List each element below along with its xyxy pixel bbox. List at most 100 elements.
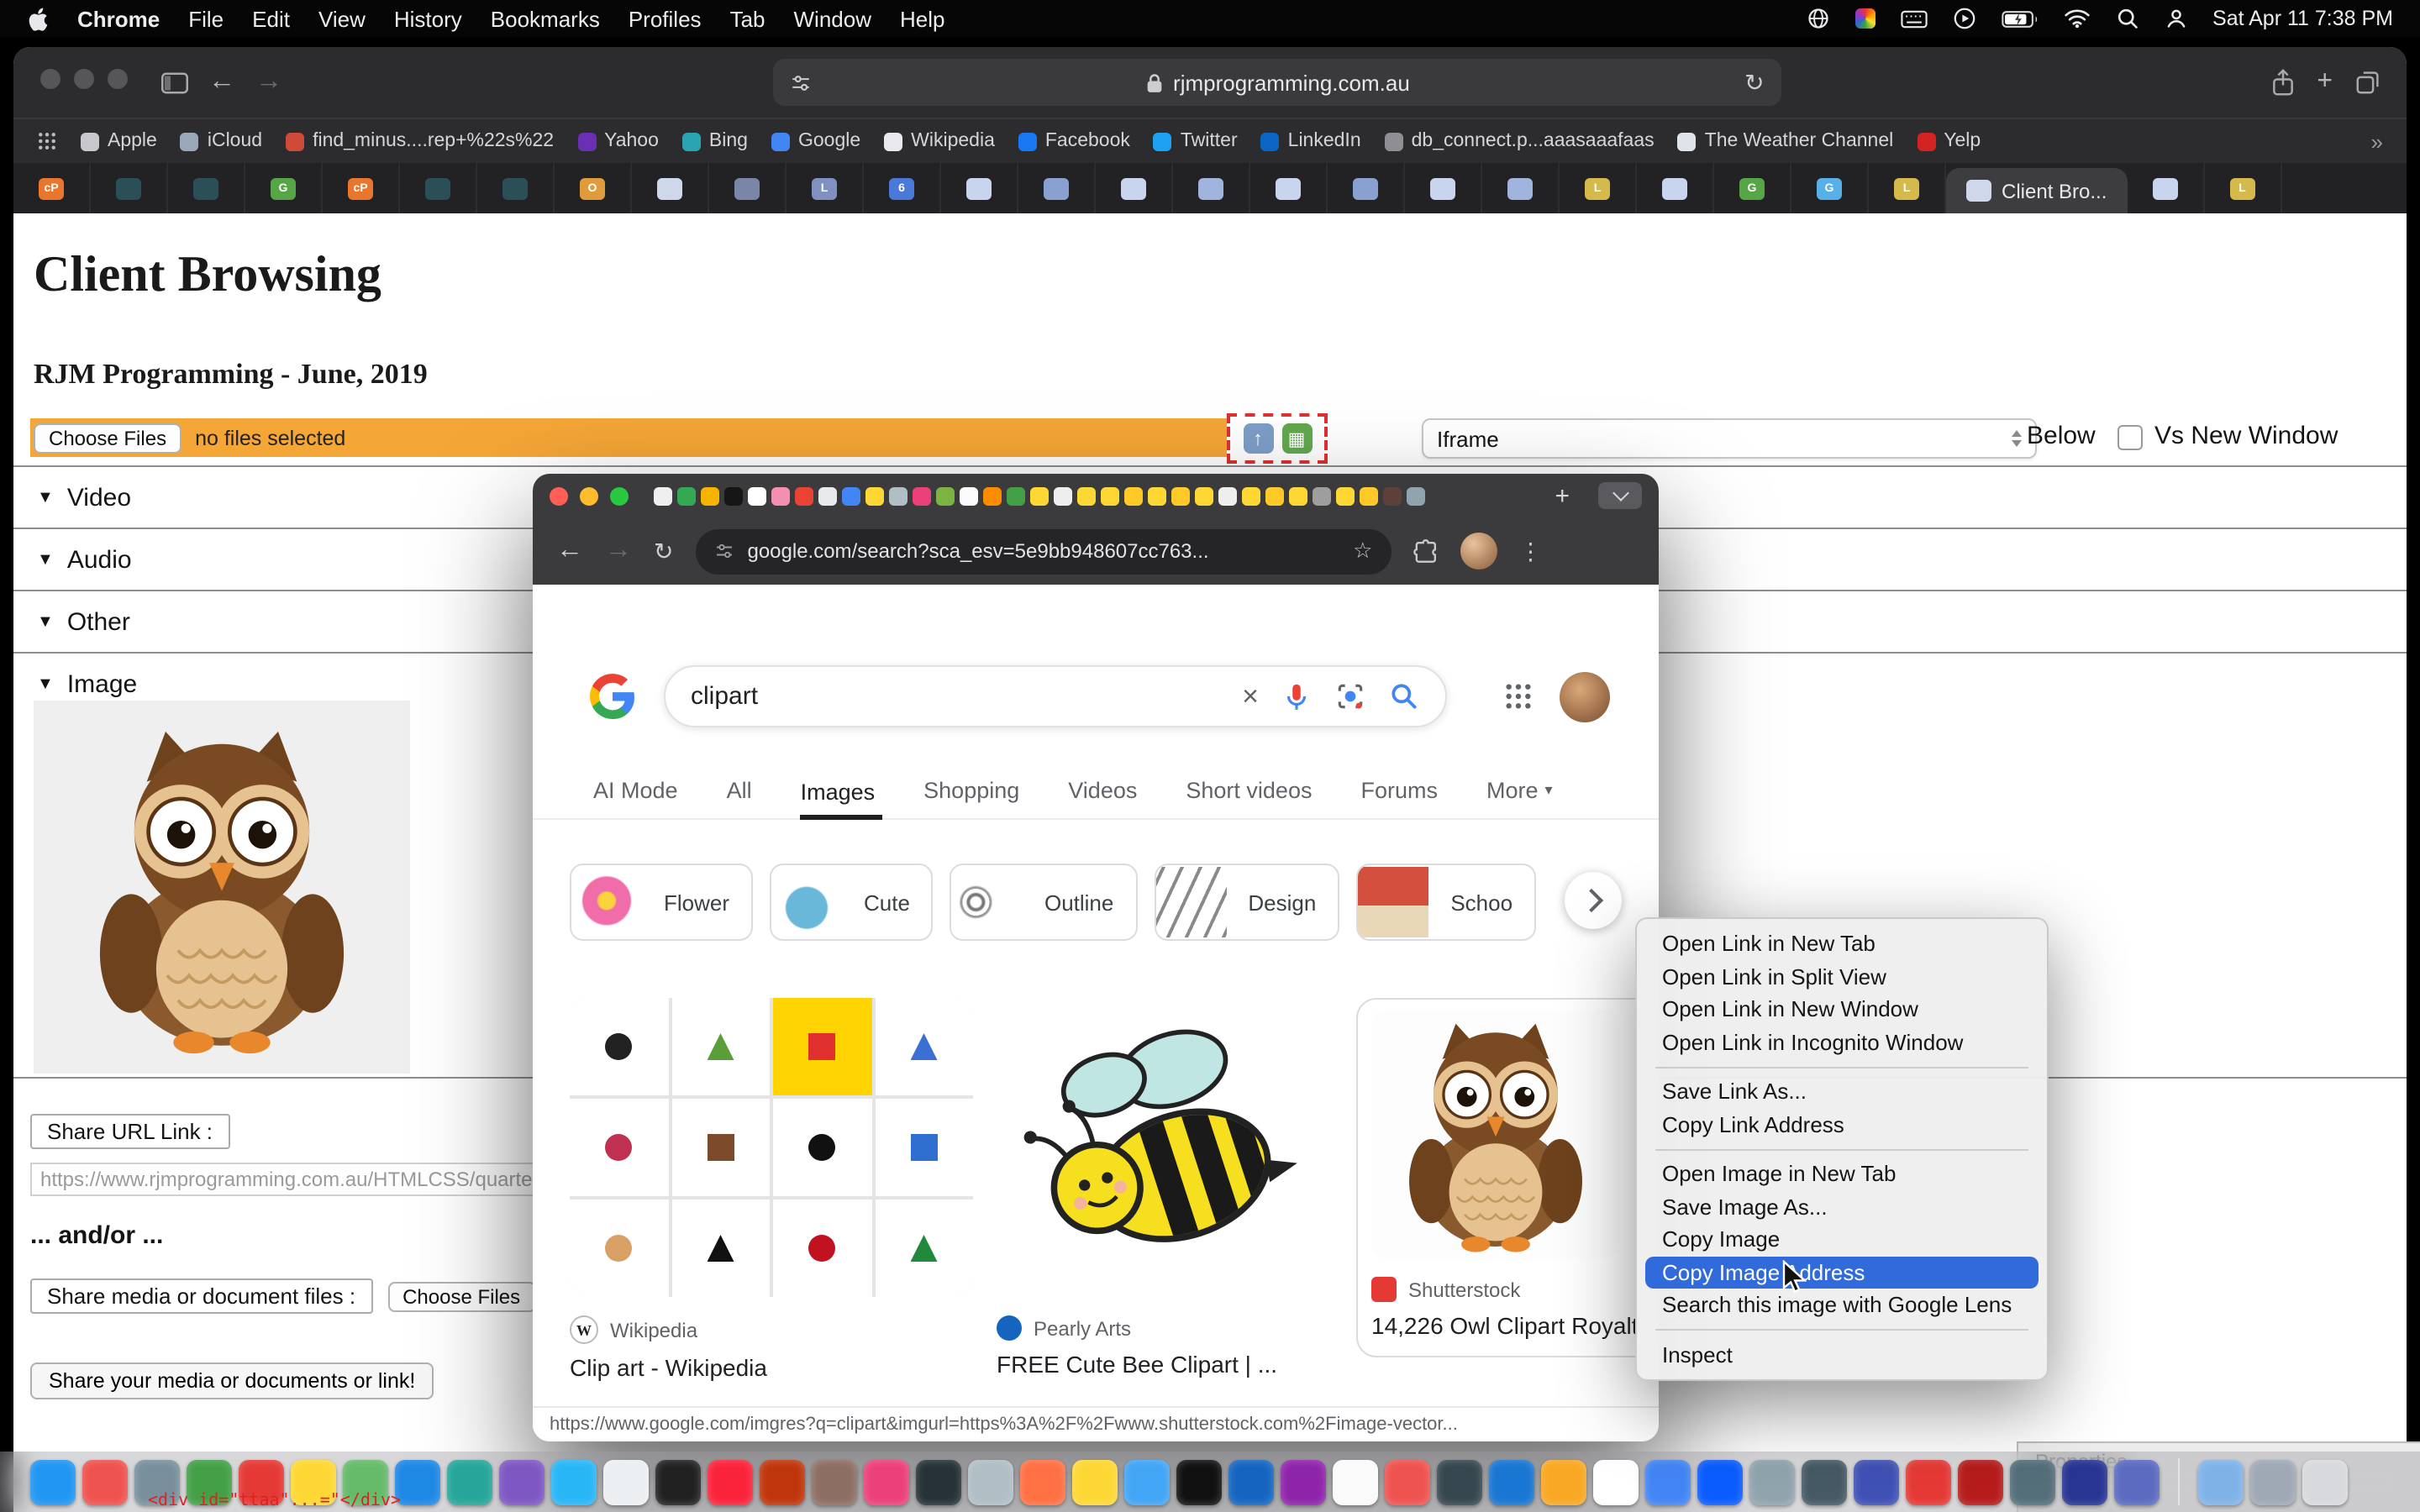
owl-image[interactable] bbox=[34, 701, 410, 1074]
dock-icon[interactable] bbox=[603, 1459, 649, 1504]
browser-tab[interactable] bbox=[1250, 163, 1328, 213]
search-result-image[interactable] bbox=[997, 998, 1333, 1297]
clear-search-icon[interactable]: × bbox=[1242, 682, 1259, 711]
chips-scroll-right-button[interactable] bbox=[1565, 872, 1622, 929]
menu-bar-item[interactable]: Edit bbox=[252, 6, 290, 31]
popup-tab-favicon[interactable] bbox=[748, 486, 766, 505]
user-icon[interactable] bbox=[2164, 7, 2187, 30]
back-button[interactable]: ← bbox=[556, 538, 583, 564]
lens-search-icon[interactable] bbox=[1334, 680, 1366, 712]
popup-tab-favicon[interactable] bbox=[1148, 486, 1166, 505]
browser-tab[interactable]: L bbox=[1869, 163, 1946, 213]
browser-tab[interactable] bbox=[1637, 163, 1714, 213]
popup-tab-favicon[interactable] bbox=[677, 486, 696, 505]
window-controls[interactable] bbox=[40, 67, 141, 97]
reload-icon[interactable]: ↻ bbox=[654, 539, 673, 563]
dock-icon[interactable] bbox=[1541, 1459, 1586, 1504]
context-menu-item[interactable]: Open Link in Incognito Window bbox=[1645, 1026, 2039, 1058]
browser-tab[interactable] bbox=[477, 163, 555, 213]
browser-tab[interactable]: cP bbox=[323, 163, 400, 213]
dock-icon[interactable] bbox=[1802, 1459, 1847, 1504]
new-tab-button[interactable]: + bbox=[1555, 483, 1570, 508]
upload-drop-target[interactable]: ↑ ▦ bbox=[1227, 413, 1328, 464]
bookmark-item[interactable]: Bing bbox=[682, 131, 748, 151]
dock-icon[interactable] bbox=[812, 1459, 857, 1504]
context-menu-item[interactable]: Inspect bbox=[1645, 1338, 2039, 1371]
dock-icon[interactable] bbox=[2198, 1459, 2244, 1504]
dock-icon[interactable] bbox=[1645, 1459, 1691, 1504]
menu-bar-item[interactable]: History bbox=[394, 6, 462, 31]
popup-tab-favicon[interactable] bbox=[795, 486, 813, 505]
result-type-tab[interactable]: All bbox=[727, 778, 759, 818]
bookmark-item[interactable]: Facebook bbox=[1018, 131, 1130, 151]
related-search-chip[interactable]: Cute bbox=[770, 864, 934, 941]
bookmark-item[interactable]: The Weather Channel bbox=[1678, 131, 1894, 151]
dock-icon[interactable] bbox=[2062, 1459, 2107, 1504]
menu-bar-clock[interactable]: Sat Apr 11 7:38 PM bbox=[2212, 7, 2393, 30]
result-type-tab[interactable]: Short videos bbox=[1186, 778, 1318, 818]
popup-tab-favicon[interactable] bbox=[1242, 486, 1260, 505]
colorful-app-icon[interactable] bbox=[1854, 8, 1875, 29]
menu-bar-item[interactable]: File bbox=[188, 6, 224, 31]
choose-files-button-2[interactable]: Choose Files bbox=[387, 1281, 535, 1311]
dock-icon[interactable] bbox=[1437, 1459, 1482, 1504]
menu-bar-item[interactable]: View bbox=[318, 6, 366, 31]
menu-dots-icon[interactable]: ⋮ bbox=[1518, 537, 1542, 565]
result-type-tab[interactable]: Forums bbox=[1360, 778, 1444, 818]
bookmark-star-icon[interactable]: ☆ bbox=[1353, 538, 1372, 564]
context-menu-item[interactable]: Open Link in Split View bbox=[1645, 960, 2039, 993]
related-search-chip[interactable]: Design bbox=[1154, 864, 1339, 941]
tab-list-button[interactable] bbox=[1598, 482, 1642, 509]
popup-tab-favicon[interactable] bbox=[1007, 486, 1025, 505]
google-search-box[interactable]: clipart × bbox=[664, 665, 1447, 727]
google-apps-icon[interactable] bbox=[1504, 682, 1533, 711]
popup-tab-favicon[interactable] bbox=[1360, 486, 1378, 505]
keyboard-icon[interactable] bbox=[1900, 9, 1927, 28]
result-type-tab[interactable]: Videos bbox=[1068, 778, 1144, 818]
active-tab[interactable]: Client Bro... bbox=[1946, 168, 2127, 213]
context-menu-item[interactable]: Open Image in New Tab bbox=[1645, 1158, 2039, 1190]
bookmark-item[interactable]: find_minus....rep+%22s%22 bbox=[286, 131, 554, 151]
browser-tab[interactable]: O bbox=[555, 163, 632, 213]
dock-icon[interactable] bbox=[2010, 1459, 2055, 1504]
address-bar[interactable]: rjmprogramming.com.au ↻ bbox=[773, 59, 1781, 106]
dock-icon[interactable] bbox=[708, 1459, 753, 1504]
close-button[interactable] bbox=[550, 486, 568, 505]
forward-button[interactable]: → bbox=[255, 69, 282, 96]
forward-button[interactable]: → bbox=[605, 538, 632, 564]
popup-tab-favicon[interactable] bbox=[1101, 486, 1119, 505]
dock-icon[interactable] bbox=[760, 1459, 805, 1504]
browser-tab[interactable] bbox=[168, 163, 245, 213]
popup-tab-favicon[interactable] bbox=[889, 486, 908, 505]
menu-bar-item[interactable]: Help bbox=[900, 6, 945, 31]
popup-tab-favicon[interactable] bbox=[936, 486, 955, 505]
vs-new-window-checkbox[interactable] bbox=[2118, 425, 2143, 450]
popup-tab-favicon[interactable] bbox=[1407, 486, 1425, 505]
browser-tab[interactable] bbox=[2127, 163, 2204, 213]
popup-tab-favicon[interactable] bbox=[1077, 486, 1096, 505]
dock-icon[interactable] bbox=[395, 1459, 440, 1504]
popup-tab-favicon[interactable] bbox=[1195, 486, 1213, 505]
browser-tab[interactable] bbox=[400, 163, 477, 213]
related-search-chip[interactable]: Schoo bbox=[1356, 864, 1536, 941]
popup-tab-favicon[interactable] bbox=[960, 486, 978, 505]
google-account-avatar[interactable] bbox=[1560, 671, 1610, 722]
voice-search-icon[interactable] bbox=[1281, 680, 1313, 712]
dock-icon[interactable] bbox=[1593, 1459, 1639, 1504]
browser-tab[interactable]: G bbox=[1714, 163, 1791, 213]
context-menu-item[interactable]: Search this image with Google Lens bbox=[1645, 1289, 2039, 1321]
browser-tab[interactable] bbox=[91, 163, 168, 213]
popup-tab-favicon[interactable] bbox=[1218, 486, 1237, 505]
result-title[interactable]: Clip art - Wikipedia bbox=[570, 1354, 965, 1381]
search-result-image[interactable] bbox=[570, 998, 973, 1297]
extensions-icon[interactable] bbox=[1413, 538, 1438, 564]
globe-icon[interactable] bbox=[1806, 7, 1829, 30]
bookmark-item[interactable]: Wikipedia bbox=[884, 131, 995, 151]
share-submit-button[interactable]: Share your media or documents or link! bbox=[30, 1362, 434, 1399]
context-menu-item[interactable]: Save Link As... bbox=[1645, 1075, 2039, 1108]
browser-tab[interactable] bbox=[1018, 163, 1096, 213]
dock-icon[interactable] bbox=[2250, 1459, 2296, 1504]
dock-icon[interactable] bbox=[1489, 1459, 1534, 1504]
browser-tab[interactable] bbox=[1096, 163, 1173, 213]
bookmark-item[interactable]: Google bbox=[771, 131, 860, 151]
